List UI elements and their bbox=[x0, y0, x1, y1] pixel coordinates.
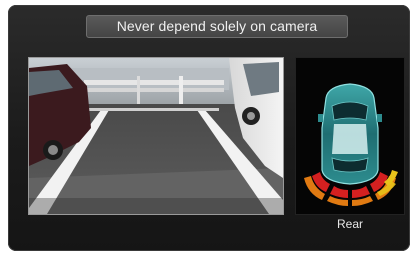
rear-camera-feed bbox=[28, 57, 284, 215]
camera-warning-banner: Never depend solely on camera bbox=[86, 15, 348, 38]
car-top-view-icon bbox=[304, 83, 398, 206]
rear-view-screen: Never depend solely on camera Rear bbox=[8, 5, 410, 251]
parking-sensor-display bbox=[295, 57, 405, 215]
camera-feed-image bbox=[29, 58, 283, 214]
sensor-position-label: Rear bbox=[336, 217, 363, 231]
